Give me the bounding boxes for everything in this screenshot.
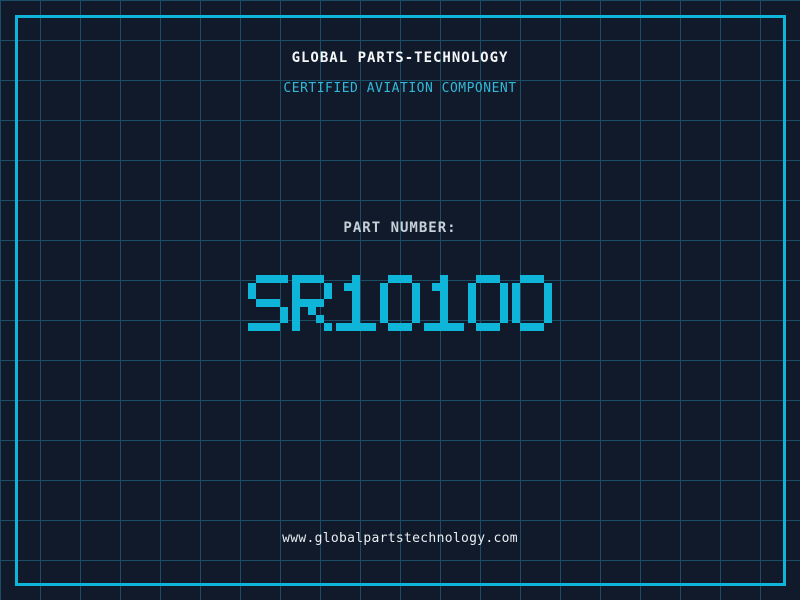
website-url: www.globalpartstechnology.com (282, 531, 518, 546)
certification-tagline: CERTIFIED AVIATION COMPONENT (283, 81, 517, 96)
pixel-char (248, 275, 288, 331)
pixel-char (424, 275, 464, 331)
part-number-display: SR10100 (0, 268, 800, 331)
pixel-char (292, 275, 332, 331)
pixel-char (380, 275, 420, 331)
company-title: GLOBAL PARTS-TECHNOLOGY (291, 50, 509, 66)
pixel-char (512, 275, 552, 331)
pixel-char (336, 275, 376, 331)
part-number-label: PART NUMBER: (343, 220, 457, 236)
pixel-char (468, 275, 508, 331)
part-number-pixels (246, 268, 554, 331)
certificate-page: GLOBAL PARTS-TECHNOLOGY CERTIFIED AVIATI… (0, 0, 800, 600)
